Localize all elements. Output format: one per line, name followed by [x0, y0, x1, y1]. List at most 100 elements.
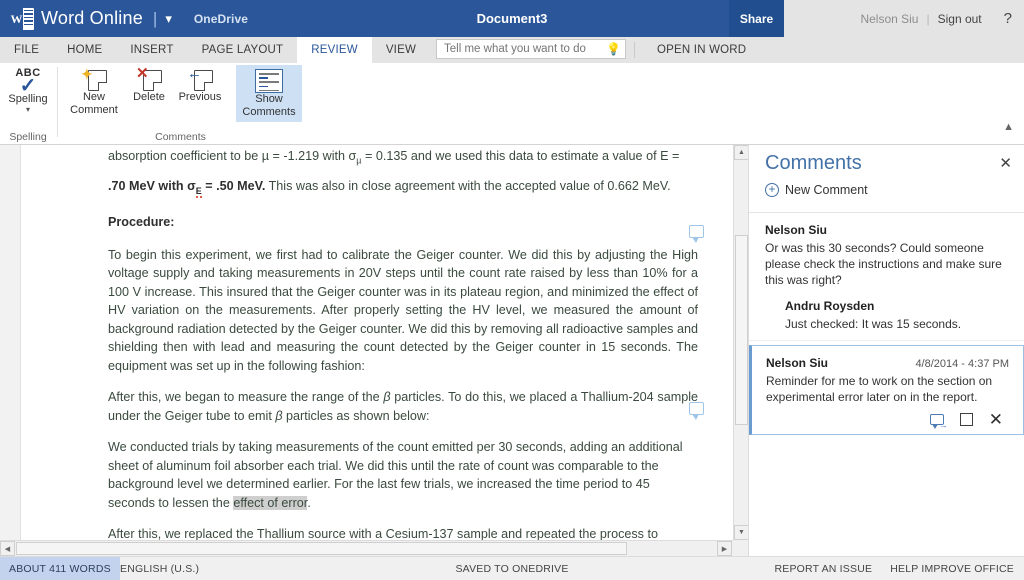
tab-review[interactable]: REVIEW: [297, 37, 372, 63]
beta-range-a: After this, we began to measure the rang…: [108, 390, 384, 405]
plus-circle-icon: +: [765, 183, 779, 197]
word-logo-icon: W: [10, 7, 34, 30]
paragraph-result: .70 MeV with σE = .50 MeV. This was also…: [108, 177, 698, 200]
vertical-scroll-thumb[interactable]: [735, 235, 748, 425]
tab-home[interactable]: HOME: [53, 37, 116, 63]
show-comments-icon: [255, 69, 283, 93]
paragraph-beta-range: After this, we began to measure the rang…: [108, 388, 698, 425]
reply-text: Just checked: It was 15 seconds.: [785, 317, 962, 331]
comment-anchor-icon-1[interactable]: [689, 225, 704, 243]
help-question-icon[interactable]: ?: [1004, 10, 1012, 27]
delete-icon[interactable]: ✕: [989, 411, 1003, 428]
tab-view[interactable]: VIEW: [372, 37, 430, 63]
commented-text-highlight[interactable]: effect of error: [233, 495, 308, 510]
show-comments-label-1: Show: [255, 93, 283, 105]
lightbulb-icon: 💡: [606, 42, 622, 56]
new-comment-pane-button[interactable]: + New Comment: [765, 183, 868, 197]
result-bold-b: = .50 MeV.: [201, 179, 266, 194]
trials-text-b: .: [307, 495, 311, 510]
language-label[interactable]: ENGLISH (U.S.): [120, 557, 199, 580]
check-icon: ✓: [19, 75, 37, 97]
comment-author-name: Nelson Siu: [765, 223, 828, 237]
horizontal-scroll-thumb[interactable]: [16, 542, 627, 555]
document-canvas: absorption coefficient to be µ = -1.219 …: [0, 145, 748, 540]
comment-text: Or was this 30 seconds? Could someone pl…: [765, 241, 1002, 287]
comment-text: Reminder for me to work on the section o…: [766, 374, 993, 404]
close-icon[interactable]: ✕: [999, 156, 1012, 171]
collapse-ribbon-icon[interactable]: ▲: [1003, 121, 1014, 133]
comment-author: Nelson Siu 4/8/2014 - 4:37 PM: [766, 356, 1009, 370]
show-comments-button[interactable]: Show Comments: [236, 65, 302, 122]
cesium-text-a: After this, we replaced the Thallium sou…: [108, 527, 658, 540]
new-comment-label-2: Comment: [70, 104, 118, 116]
scroll-down-button[interactable]: ▼: [734, 525, 749, 540]
tell-me-input[interactable]: [444, 43, 607, 55]
comments-pane: Comments ✕ + New Comment Nelson Siu Or w…: [748, 145, 1024, 556]
reply-author: Andru Roysden: [785, 299, 1010, 313]
paragraph-calibration: To begin this experiment, we first had t…: [108, 247, 698, 373]
tell-me-box[interactable]: 💡: [436, 39, 627, 59]
trials-text-a: We conducted trials by taking measuremen…: [108, 440, 683, 510]
scrollbar-corner: [733, 540, 748, 556]
result-bold-a: .70 MeV with σ: [108, 179, 196, 194]
status-bar: SAVED TO ONEDRIVE ABOUT 411 WORDS ENGLIS…: [0, 556, 1024, 580]
delete-comment-button[interactable]: ✕ Delete: [126, 66, 172, 104]
previous-comment-icon: ←: [187, 66, 213, 91]
comment-timestamp: 4/8/2014 - 4:37 PM: [915, 358, 1009, 370]
document-page[interactable]: absorption coefficient to be µ = -1.219 …: [20, 145, 733, 540]
comment-thread[interactable]: Nelson Siu Or was this 30 seconds? Could…: [749, 213, 1024, 341]
comment-author-name: Nelson Siu: [766, 356, 829, 370]
new-comment-button[interactable]: ✦ New Comment: [64, 67, 124, 117]
tab-insert[interactable]: INSERT: [116, 37, 187, 63]
tab-page-layout[interactable]: PAGE LAYOUT: [188, 37, 298, 63]
status-bar-right: REPORT AN ISSUE HELP IMPROVE OFFICE: [774, 557, 1014, 580]
comments-pane-title: Comments: [765, 152, 862, 174]
heading-procedure: Procedure:: [108, 215, 175, 230]
comments-pane-header: Comments ✕ + New Comment: [749, 145, 1024, 213]
previous-comment-button[interactable]: ← Previous: [172, 66, 228, 104]
delete-comment-icon: ✕: [136, 66, 162, 91]
document-vertical-scrollbar[interactable]: ▲ ▼: [733, 145, 749, 540]
tab-divider: [634, 42, 636, 58]
comment-reply[interactable]: Andru Roysden Just checked: It was 15 se…: [785, 299, 1010, 332]
result-rest: This was also in close agreement with th…: [265, 179, 671, 194]
show-comments-label-2: Comments: [242, 106, 296, 118]
open-in-word-button[interactable]: OPEN IN WORD: [643, 37, 760, 63]
ribbon-group-spelling: ABC ✓ Spelling ▾ Spelling: [0, 63, 56, 145]
word-count-label[interactable]: ABOUT 411 WORDS: [0, 557, 120, 580]
scroll-left-button[interactable]: ◀: [0, 541, 15, 556]
paragraph-clipped: absorption coefficient to be µ = -1.219 …: [108, 147, 698, 170]
comment-anchor-icon-2[interactable]: [689, 402, 704, 420]
caret-down-icon[interactable]: ▾: [26, 106, 30, 114]
storage-location-label[interactable]: OneDrive: [194, 12, 248, 26]
spelling-button[interactable]: ABC ✓ Spelling ▾: [6, 67, 50, 114]
previous-comment-label: Previous: [178, 91, 222, 103]
ribbon-body: ABC ✓ Spelling ▾ Spelling ✦ New Comment …: [0, 63, 1024, 145]
account-separator: |: [926, 11, 930, 26]
scroll-right-button[interactable]: ▶: [717, 541, 732, 556]
group-label-spelling: Spelling: [9, 131, 47, 143]
comment-actions: ✕: [766, 411, 1009, 429]
account-user-name: Nelson Siu: [860, 11, 919, 26]
beta-range-c: particles as shown below:: [282, 408, 430, 423]
document-text-body[interactable]: absorption coefficient to be µ = -1.219 …: [108, 147, 698, 540]
scroll-up-button[interactable]: ▲: [734, 145, 749, 160]
title-bar: W Word Online | ▾ OneDrive Document3 Sha…: [0, 0, 1024, 37]
resolve-icon[interactable]: [959, 413, 973, 426]
report-issue-link[interactable]: REPORT AN ISSUE: [774, 563, 872, 575]
help-improve-link[interactable]: HELP IMPROVE OFFICE: [890, 563, 1014, 575]
tab-file[interactable]: FILE: [0, 37, 53, 63]
paragraph-clipped-b: = 0.135 and we used this data to estimat…: [361, 149, 680, 163]
reply-icon[interactable]: [929, 414, 948, 429]
chevron-down-icon[interactable]: ▾: [165, 11, 172, 27]
account-strip: Nelson Siu | Sign out ?: [784, 0, 1024, 37]
ribbon-tab-bar: FILE HOME INSERT PAGE LAYOUT REVIEW VIEW…: [0, 37, 1024, 63]
group-label-comments: Comments: [155, 131, 206, 143]
ribbon-group-comments: ✦ New Comment ✕ Delete ← Previous →: [58, 63, 303, 145]
sign-out-link[interactable]: Sign out: [938, 12, 982, 26]
paragraph-clipped-a: absorption coefficient to be µ = -1.219 …: [108, 149, 357, 163]
document-horizontal-scrollbar[interactable]: ◀ ▶: [0, 540, 748, 556]
paragraph-trials: We conducted trials by taking measuremen…: [108, 438, 698, 512]
comment-thread[interactable]: Nelson Siu 4/8/2014 - 4:37 PM Reminder f…: [749, 345, 1024, 435]
share-button[interactable]: Share: [729, 0, 784, 37]
